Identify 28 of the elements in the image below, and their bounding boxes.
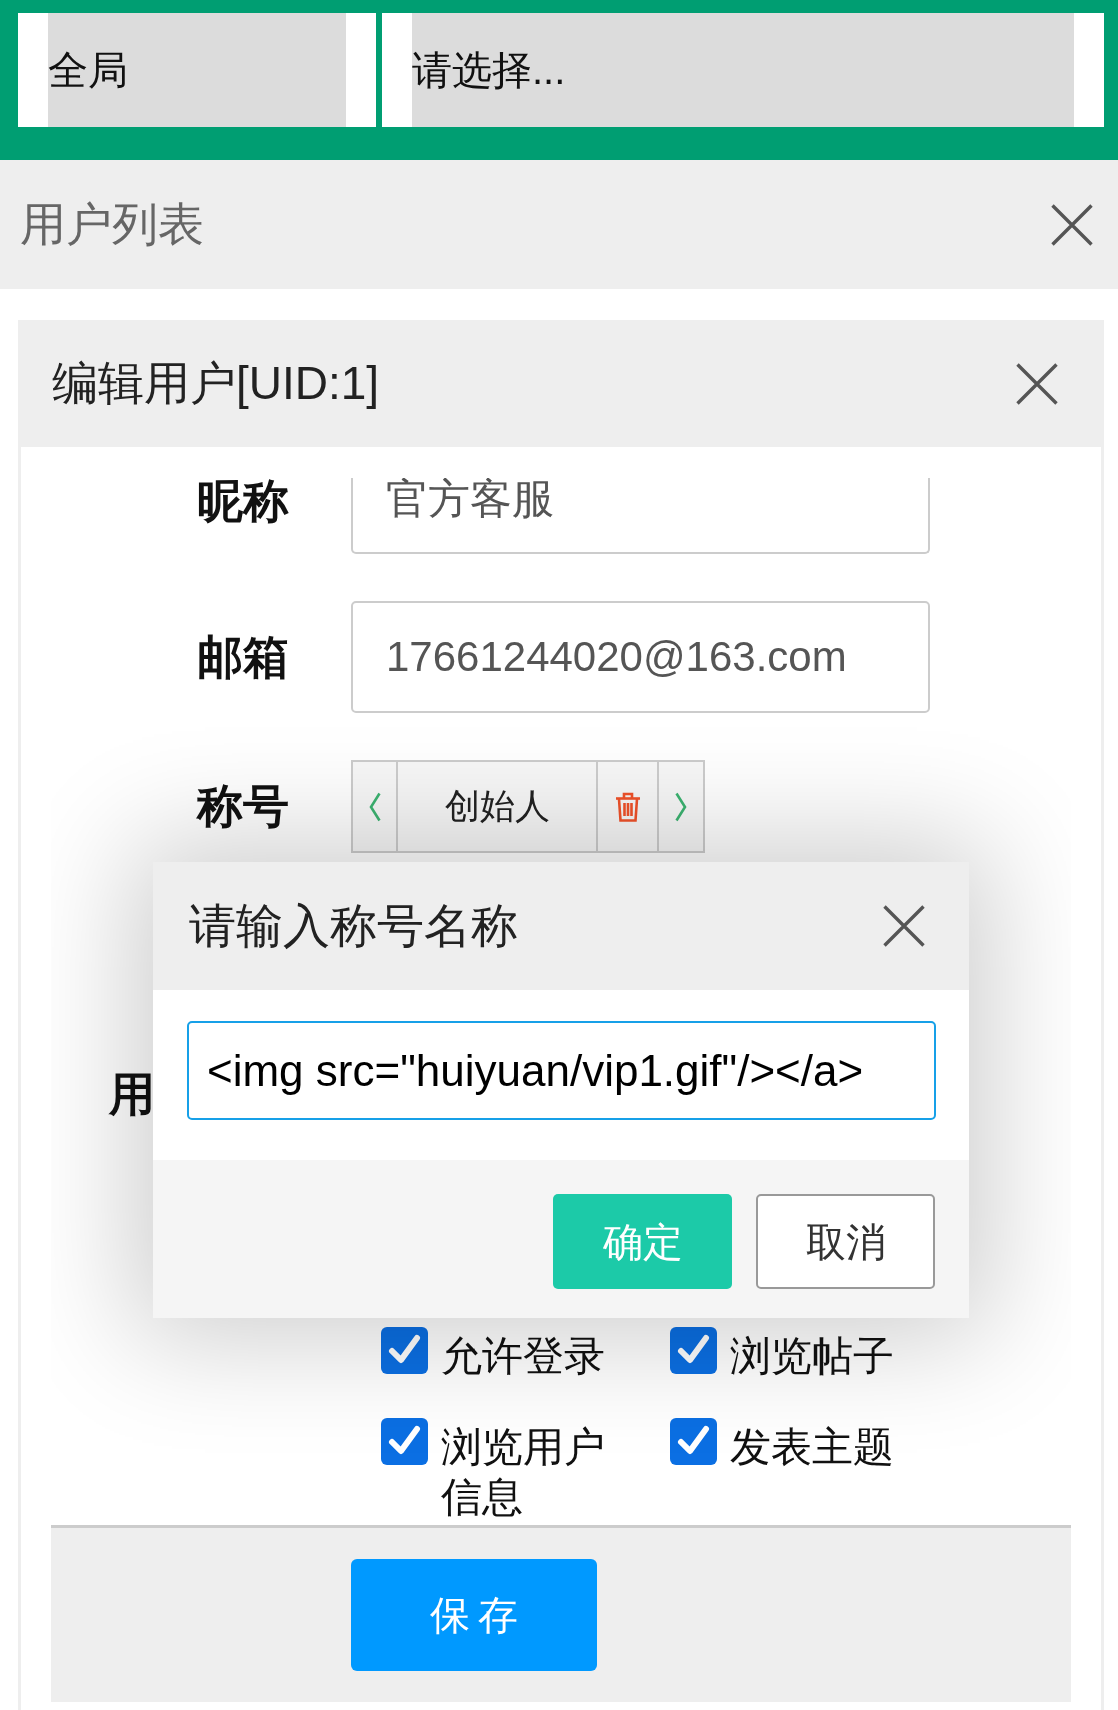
checkbox[interactable] <box>670 1327 717 1374</box>
field-label: 邮箱 <box>197 631 289 683</box>
permission-label: 浏览帖子 <box>730 1332 894 1381</box>
chevron-right-icon <box>675 791 687 822</box>
checkbox[interactable] <box>381 1327 428 1374</box>
dialog-title: 请输入称号名称 <box>189 897 518 954</box>
checkbox[interactable] <box>381 1418 428 1465</box>
cancel-button[interactable]: 取消 <box>756 1194 935 1289</box>
chevron-left-icon <box>368 791 381 822</box>
trash-icon <box>614 791 641 822</box>
title-chip[interactable]: 创始人 <box>396 760 598 853</box>
close-icon[interactable] <box>1016 362 1058 405</box>
select-field[interactable]: 全局 <box>18 13 376 127</box>
permission-label: 浏览用户信息 <box>441 1423 606 1522</box>
panel-title: 用户列表 <box>20 197 204 252</box>
field-label: 称号 <box>197 781 289 832</box>
select-field[interactable]: 请选择... <box>382 13 1104 127</box>
field-label: 用 <box>109 1068 155 1120</box>
title-name-field[interactable]: <img src="huiyuan/vip1.gif"/></a> <box>187 1021 936 1120</box>
delete-button[interactable] <box>596 760 659 853</box>
permission-label: 发表主题 <box>730 1423 894 1472</box>
checkbox[interactable] <box>670 1418 717 1465</box>
permission-label: 允许登录 <box>441 1332 605 1381</box>
field-label: 昵称 <box>197 478 289 524</box>
close-icon[interactable] <box>883 905 925 947</box>
close-icon[interactable] <box>1051 203 1093 246</box>
text-field[interactable]: 17661244020@163.com <box>351 601 930 713</box>
panel-title: 编辑用户[UID:1] <box>52 356 380 411</box>
